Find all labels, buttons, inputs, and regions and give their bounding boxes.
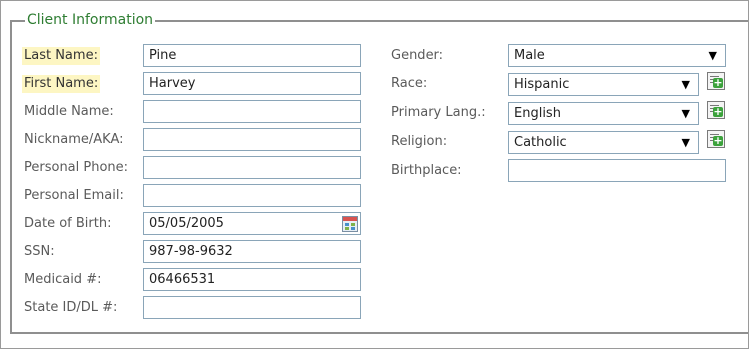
ssn-input[interactable]: 987-98-9632 <box>143 240 361 263</box>
last-name-input[interactable]: Pine <box>143 44 361 67</box>
last-name-label: Last Name: <box>22 47 100 65</box>
race-label: Race: <box>391 76 428 91</box>
gender-label: Gender: <box>391 48 444 63</box>
chevron-down-icon: ▼ <box>681 136 690 149</box>
gender-select-value: Male <box>514 48 545 63</box>
nickname-input[interactable] <box>143 128 361 151</box>
chevron-down-icon: ▼ <box>681 78 690 91</box>
primary-lang-select[interactable]: English ▼ <box>508 102 699 125</box>
chevron-down-icon: ▼ <box>681 107 690 120</box>
calendar-icon[interactable] <box>342 216 358 232</box>
first-name-label: First Name: <box>22 75 101 93</box>
chevron-down-icon: ▼ <box>708 49 717 62</box>
plus-icon: + <box>713 134 723 147</box>
religion-select-value: Catholic <box>514 135 567 150</box>
add-language-icon[interactable]: + <box>707 101 725 119</box>
date-of-birth-input[interactable]: 05/05/2005 <box>143 212 361 235</box>
birthplace-label: Birthplace: <box>391 163 462 178</box>
race-select[interactable]: Hispanic ▼ <box>508 73 699 96</box>
nickname-label: Nickname/AKA: <box>24 132 124 147</box>
state-id-label: State ID/DL #: <box>24 300 118 315</box>
personal-email-input[interactable] <box>143 184 361 207</box>
add-race-icon[interactable]: + <box>707 72 725 90</box>
middle-name-input[interactable] <box>143 100 361 123</box>
section-title: Client Information <box>25 12 156 28</box>
gender-select[interactable]: Male ▼ <box>508 44 726 67</box>
plus-icon: + <box>713 76 723 89</box>
medicaid-input[interactable]: 06466531 <box>143 268 361 291</box>
primary-lang-select-value: English <box>514 106 561 121</box>
first-name-input[interactable]: Harvey <box>143 72 361 95</box>
ssn-label: SSN: <box>24 244 55 259</box>
state-id-input[interactable] <box>143 296 361 319</box>
race-select-value: Hispanic <box>514 77 570 92</box>
personal-phone-input[interactable] <box>143 156 361 179</box>
date-of-birth-label: Date of Birth: <box>24 216 112 231</box>
religion-select[interactable]: Catholic ▼ <box>508 131 699 154</box>
birthplace-input[interactable] <box>508 159 726 182</box>
personal-email-label: Personal Email: <box>24 188 124 203</box>
plus-icon: + <box>713 105 723 118</box>
primary-lang-label: Primary Lang.: <box>391 105 486 120</box>
medicaid-label: Medicaid #: <box>24 272 102 287</box>
religion-label: Religion: <box>391 134 448 149</box>
add-religion-icon[interactable]: + <box>707 130 725 148</box>
middle-name-label: Middle Name: <box>24 104 114 119</box>
personal-phone-label: Personal Phone: <box>24 160 129 175</box>
